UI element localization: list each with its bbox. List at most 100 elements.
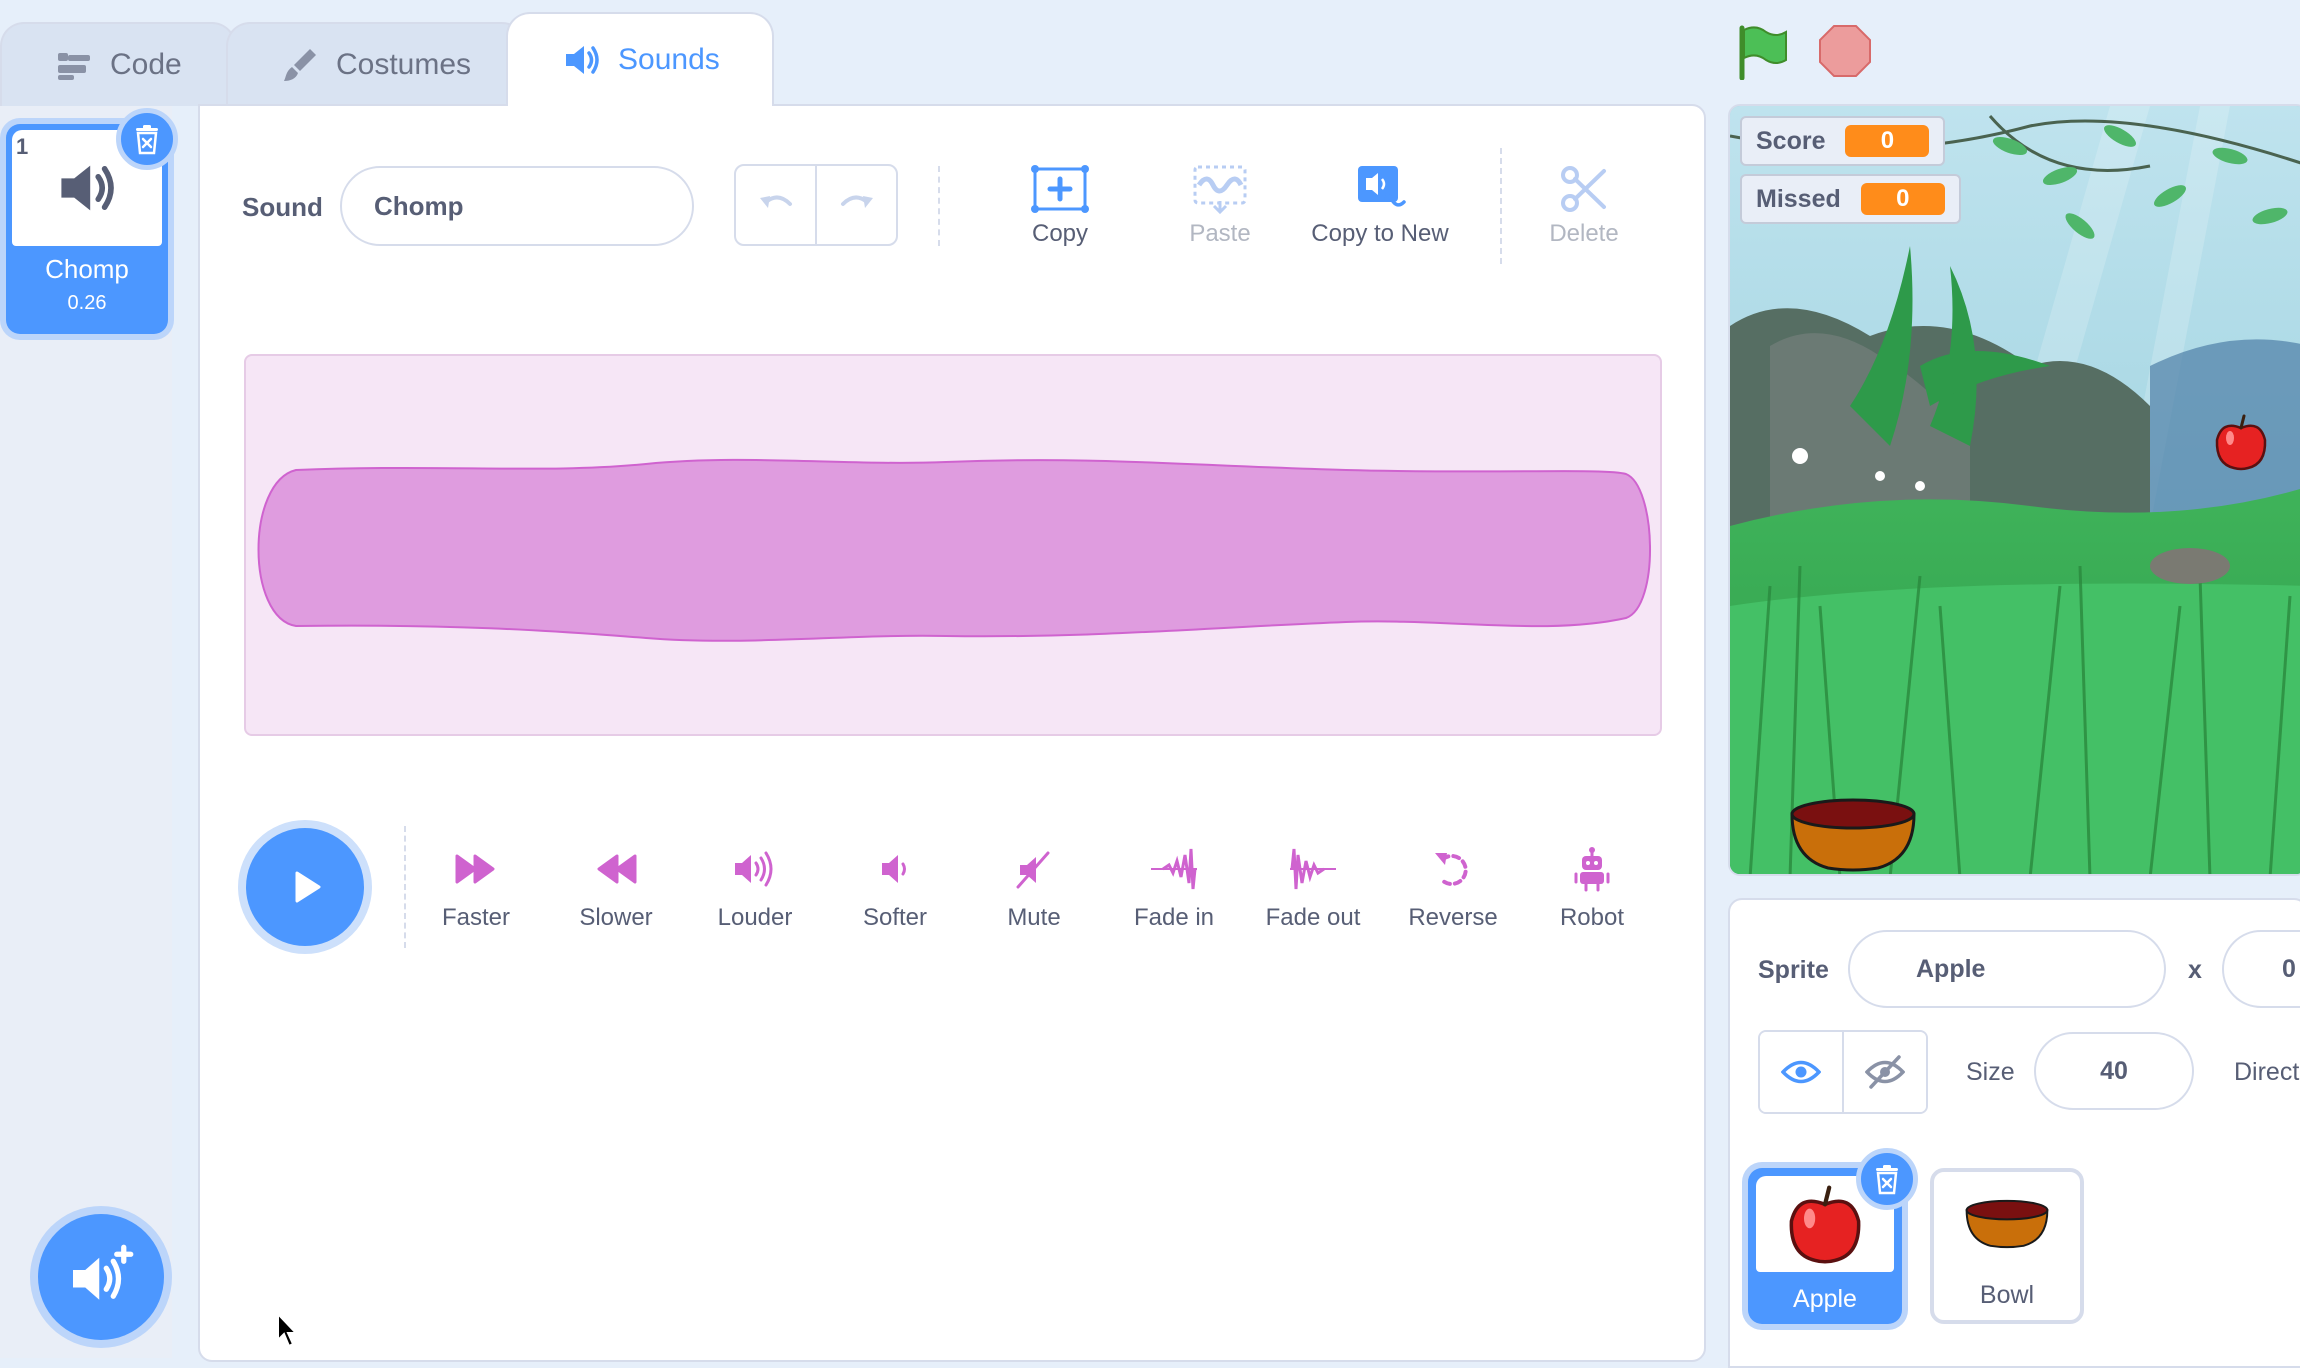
speaker-icon [566, 46, 599, 74]
visibility-toggle [1758, 1030, 1928, 1114]
apple-sprite[interactable] [2212, 412, 2270, 472]
play-icon [295, 871, 321, 903]
bowl-thumbnail [1938, 1176, 2076, 1268]
redo-icon [840, 195, 873, 208]
effect-mute-label: Mute [1007, 904, 1061, 931]
toolbar-divider [938, 166, 940, 246]
waveform-display[interactable] [244, 354, 1662, 736]
missed-label: Missed [1756, 184, 1841, 213]
apple-icon [1789, 1185, 1861, 1264]
tab-sounds[interactable]: Sounds [506, 12, 774, 106]
copy-to-new-label: Copy to New [1311, 220, 1449, 247]
bowl-sprite[interactable] [1788, 792, 1918, 872]
effect-louder-button[interactable]: Louder [690, 846, 820, 932]
effect-fade-in-label: Fade in [1133, 904, 1215, 931]
copy-icon [1031, 165, 1089, 213]
toolbar-divider [1500, 148, 1502, 264]
sprite-name-input[interactable]: Apple [1848, 930, 2166, 1008]
undo-redo-group [734, 164, 898, 246]
mute-icon [1016, 851, 1050, 889]
sprite-tile-apple-label: Apple [1793, 1285, 1857, 1313]
delete-sprite-button[interactable] [1856, 1148, 1918, 1210]
effect-robot-label: Robot [1559, 904, 1625, 931]
stage-canvas[interactable]: Score 0 Missed 0 [1728, 104, 2300, 876]
effect-softer-label: Softer [862, 904, 928, 931]
eye-hidden-icon [1865, 1055, 1905, 1089]
mouse-cursor [277, 1312, 299, 1348]
effect-faster-button[interactable]: Faster [411, 846, 541, 932]
sound-name-input[interactable]: Chomp [340, 166, 694, 246]
eye-icon [1781, 1060, 1821, 1084]
sprite-name-label: Sprite [1758, 956, 1829, 984]
effect-reverse-label: Reverse [1408, 904, 1498, 931]
size-input[interactable]: 40 [2034, 1032, 2194, 1110]
brush-icon [284, 49, 316, 81]
tab-costumes[interactable]: Costumes [226, 22, 526, 106]
reverse-icon [1435, 853, 1468, 886]
trash-icon [136, 125, 158, 155]
green-flag-icon [1739, 25, 1787, 81]
direction-label: Direct [2234, 1058, 2300, 1086]
redo-button[interactable] [815, 166, 896, 244]
undo-icon [759, 195, 792, 208]
tab-code-label: Code [110, 48, 182, 81]
faster-icon [455, 854, 495, 884]
slower-icon [597, 854, 637, 884]
add-sound-button[interactable] [38, 1214, 164, 1340]
effect-slower-button[interactable]: Slower [551, 846, 681, 932]
effect-faster-label: Faster [441, 904, 510, 931]
speaker-icon [61, 165, 114, 211]
effect-robot-button[interactable]: Robot [1527, 846, 1657, 932]
softer-icon [882, 855, 906, 883]
copy-label: Copy [1031, 220, 1089, 247]
tab-code[interactable]: Code [0, 22, 236, 106]
effect-softer-button[interactable]: Softer [830, 846, 960, 932]
stop-button[interactable] [1818, 24, 1872, 83]
sound-item-duration: 0.26 [67, 292, 107, 314]
copy-to-new-icon [1358, 166, 1406, 207]
waveform [257, 458, 1651, 642]
delete-sound-button[interactable] [116, 108, 178, 170]
code-icon [58, 53, 90, 80]
bowl-icon [1965, 1199, 2049, 1249]
scissors-icon [1561, 166, 1606, 212]
louder-icon [735, 851, 773, 887]
effects-divider [404, 826, 406, 948]
show-sprite-button[interactable] [1760, 1032, 1842, 1112]
sound-item-name: Chomp [45, 254, 129, 284]
copy-to-new-button[interactable]: Copy to New [1300, 158, 1460, 248]
effect-louder-label: Louder [717, 904, 793, 931]
delete-label: Delete [1549, 220, 1619, 247]
x-input[interactable]: 0 [2222, 930, 2300, 1008]
tab-sounds-label: Sounds [618, 43, 720, 76]
sprite-tile-bowl-label: Bowl [1979, 1281, 2035, 1309]
paste-label: Paste [1189, 220, 1251, 247]
missed-monitor: Missed 0 [1740, 174, 1961, 224]
add-sound-icon [73, 1244, 134, 1300]
score-label: Score [1756, 126, 1826, 155]
sound-index: 1 [16, 134, 29, 159]
effect-fade-in-button[interactable]: Fade in [1109, 846, 1239, 932]
sprite-tile-bowl[interactable]: Bowl [1930, 1168, 2084, 1324]
score-value: 0 [1845, 125, 1930, 157]
effect-reverse-button[interactable]: Reverse [1388, 846, 1518, 932]
play-sound-button[interactable] [246, 828, 364, 946]
paste-button[interactable]: Paste [1170, 158, 1270, 248]
tab-costumes-label: Costumes [336, 48, 472, 81]
effect-mute-button[interactable]: Mute [969, 846, 1099, 932]
sound-name-label: Sound [242, 192, 323, 222]
effect-slower-label: Slower [579, 904, 653, 931]
paste-icon [1193, 165, 1247, 215]
stop-icon [1819, 25, 1871, 77]
hide-sprite-button[interactable] [1842, 1032, 1926, 1112]
x-label: x [2188, 956, 2202, 984]
size-label: Size [1966, 1058, 2015, 1086]
effect-fade-out-label: Fade out [1265, 904, 1361, 931]
copy-button[interactable]: Copy [1010, 158, 1110, 248]
effect-fade-out-button[interactable]: Fade out [1248, 846, 1378, 932]
undo-button[interactable] [736, 166, 815, 244]
fade-out-icon [1290, 848, 1336, 890]
green-flag-button[interactable] [1736, 24, 1790, 85]
delete-button[interactable]: Delete [1534, 158, 1634, 248]
fade-in-icon [1151, 848, 1197, 890]
